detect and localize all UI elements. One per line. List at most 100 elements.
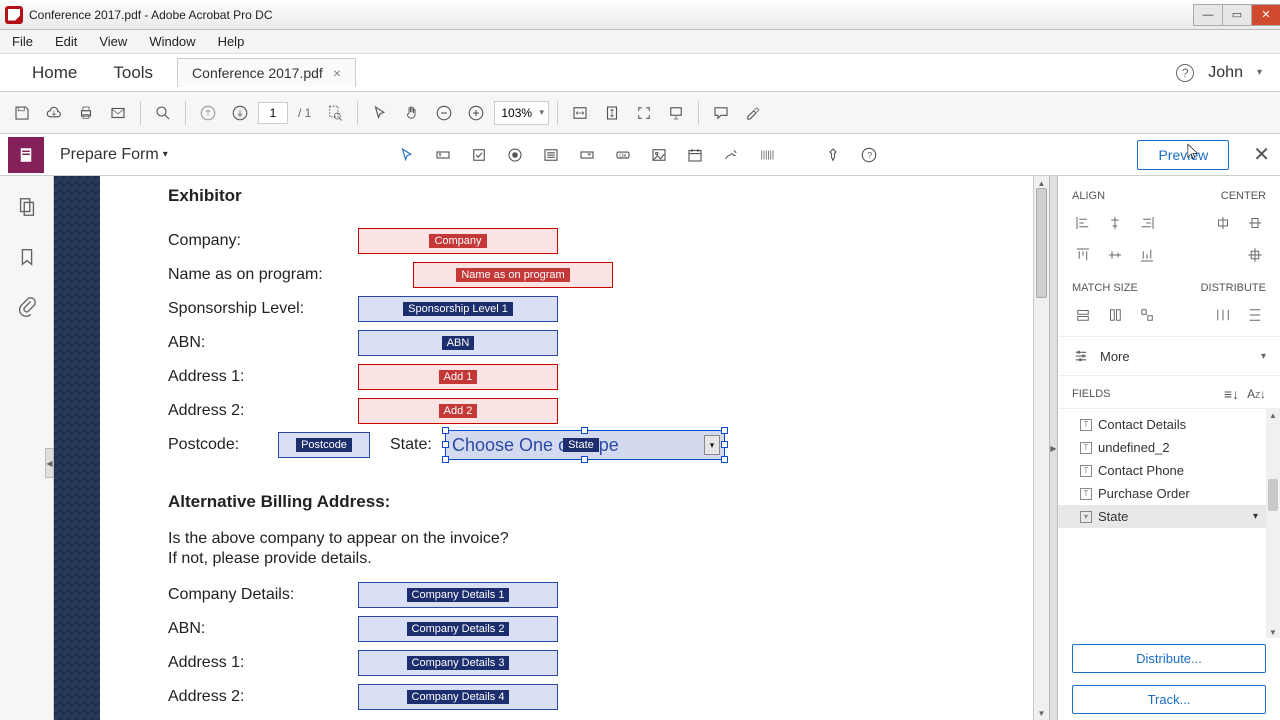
addr1-field[interactable]: Add 1 <box>358 364 558 390</box>
sponsorship-field[interactable]: Sponsorship Level 1 <box>358 296 558 322</box>
pointer-tool-icon[interactable] <box>394 142 420 168</box>
dropdown-arrow-icon[interactable]: ▾ <box>704 435 720 455</box>
zoom-out-icon[interactable] <box>430 99 458 127</box>
read-mode-icon[interactable] <box>662 99 690 127</box>
menu-view[interactable]: View <box>95 32 131 51</box>
company-details-1-field[interactable]: Company Details 1 <box>358 582 558 608</box>
dropdown-tool-icon[interactable] <box>574 142 600 168</box>
image-tool-icon[interactable] <box>646 142 672 168</box>
name-field[interactable]: Name as on program <box>413 262 613 288</box>
scroll-thumb[interactable] <box>1268 479 1278 511</box>
maximize-button[interactable]: ▭ <box>1222 4 1252 26</box>
company-details-4-field[interactable]: Company Details 4 <box>358 684 558 710</box>
distribute-button[interactable]: Distribute... <box>1072 644 1266 673</box>
sidebar-collapse-icon[interactable]: ◀ <box>45 448 54 478</box>
field-item[interactable]: TContact Phone <box>1058 459 1266 482</box>
company-details-2-field[interactable]: Company Details 2 <box>358 616 558 642</box>
pin-tool-icon[interactable] <box>820 142 846 168</box>
barcode-tool-icon[interactable] <box>754 142 780 168</box>
postcode-field[interactable]: Postcode <box>278 432 370 458</box>
prev-page-icon[interactable] <box>194 99 222 127</box>
center-h-icon[interactable] <box>1212 212 1234 234</box>
fullscreen-icon[interactable] <box>630 99 658 127</box>
field-item[interactable]: Tundefined_2 <box>1058 436 1266 459</box>
match-both-icon[interactable] <box>1136 304 1158 326</box>
sort-tab-icon[interactable]: ≡↓ <box>1224 386 1239 402</box>
close-button[interactable]: ✕ <box>1251 4 1280 26</box>
help-icon[interactable]: ? <box>1176 64 1194 82</box>
prepare-form-dropdown[interactable]: Prepare Form ▾ <box>60 146 168 164</box>
align-bottom-icon[interactable] <box>1136 244 1158 266</box>
document-scrollbar[interactable]: ▲ ▼ <box>1033 176 1049 720</box>
highlight-icon[interactable] <box>739 99 767 127</box>
bookmarks-icon[interactable] <box>16 246 38 268</box>
zoom-select[interactable]: 103% <box>494 101 549 125</box>
sort-alpha-icon[interactable]: AZ↓ <box>1247 387 1266 401</box>
date-tool-icon[interactable] <box>682 142 708 168</box>
cloud-icon[interactable] <box>40 99 68 127</box>
right-panel-collapse-icon[interactable]: ▶ <box>1049 176 1058 720</box>
align-top-icon[interactable] <box>1072 244 1094 266</box>
abn-field[interactable]: ABN <box>358 330 558 356</box>
field-item[interactable]: TContact Details <box>1058 413 1266 436</box>
scroll-down-icon[interactable]: ▼ <box>1266 626 1280 638</box>
company-details-3-field[interactable]: Company Details 3 <box>358 650 558 676</box>
comment-icon[interactable] <box>707 99 735 127</box>
fit-page-icon[interactable] <box>598 99 626 127</box>
company-field[interactable]: Company <box>358 228 558 254</box>
scroll-down-icon[interactable]: ▼ <box>1034 706 1049 720</box>
distribute-h-icon[interactable] <box>1212 304 1234 326</box>
form-help-icon[interactable]: ? <box>856 142 882 168</box>
field-item[interactable]: TPurchase Order <box>1058 482 1266 505</box>
scroll-up-icon[interactable]: ▲ <box>1266 409 1280 421</box>
menu-edit[interactable]: Edit <box>51 32 81 51</box>
hand-tool-icon[interactable] <box>398 99 426 127</box>
listbox-tool-icon[interactable] <box>538 142 564 168</box>
field-item-selected[interactable]: ▾State▾ <box>1058 505 1266 528</box>
tab-tools[interactable]: Tools <box>95 57 171 89</box>
distribute-v-icon[interactable] <box>1244 304 1266 326</box>
checkbox-tool-icon[interactable] <box>466 142 492 168</box>
text-field-tool-icon[interactable] <box>430 142 456 168</box>
attachments-icon[interactable] <box>16 296 38 318</box>
search-icon[interactable] <box>149 99 177 127</box>
thumbnails-icon[interactable] <box>16 196 38 218</box>
save-icon[interactable] <box>8 99 36 127</box>
radio-tool-icon[interactable] <box>502 142 528 168</box>
scroll-thumb[interactable] <box>1036 188 1047 298</box>
menu-help[interactable]: Help <box>214 32 249 51</box>
align-center-v-icon[interactable] <box>1104 244 1126 266</box>
mail-icon[interactable] <box>104 99 132 127</box>
align-left-icon[interactable] <box>1072 212 1094 234</box>
preview-button[interactable]: Preview <box>1137 140 1229 170</box>
align-center-h-icon[interactable] <box>1104 212 1126 234</box>
page-number-input[interactable] <box>258 102 288 124</box>
minimize-button[interactable]: — <box>1193 4 1223 26</box>
zoom-in-icon[interactable] <box>462 99 490 127</box>
track-button[interactable]: Track... <box>1072 685 1266 714</box>
user-dropdown-icon[interactable]: ▾ <box>1257 67 1262 78</box>
fit-width-icon[interactable] <box>566 99 594 127</box>
addr2-field[interactable]: Add 2 <box>358 398 558 424</box>
next-page-icon[interactable] <box>226 99 254 127</box>
match-width-icon[interactable] <box>1072 304 1094 326</box>
button-tool-icon[interactable]: OK <box>610 142 636 168</box>
center-v-icon[interactable] <box>1244 212 1266 234</box>
menu-window[interactable]: Window <box>145 32 199 51</box>
more-dropdown[interactable]: More ▾ <box>1058 336 1280 375</box>
select-tool-icon[interactable] <box>366 99 394 127</box>
print-icon[interactable] <box>72 99 100 127</box>
align-right-icon[interactable] <box>1136 212 1158 234</box>
fields-scrollbar[interactable]: ▲ ▼ <box>1266 409 1280 638</box>
tab-close-icon[interactable]: × <box>333 65 341 81</box>
close-panel-icon[interactable]: ✕ <box>1253 142 1270 167</box>
menu-file[interactable]: File <box>8 32 37 51</box>
center-both-icon[interactable] <box>1244 244 1266 266</box>
find-page-icon[interactable] <box>321 99 349 127</box>
match-height-icon[interactable] <box>1104 304 1126 326</box>
state-dropdown-field[interactable]: Choose One o State pe ▾ <box>445 430 725 460</box>
tab-home[interactable]: Home <box>14 57 95 89</box>
user-name[interactable]: John <box>1208 64 1243 82</box>
signature-tool-icon[interactable] <box>718 142 744 168</box>
tab-document[interactable]: Conference 2017.pdf × <box>177 58 356 87</box>
